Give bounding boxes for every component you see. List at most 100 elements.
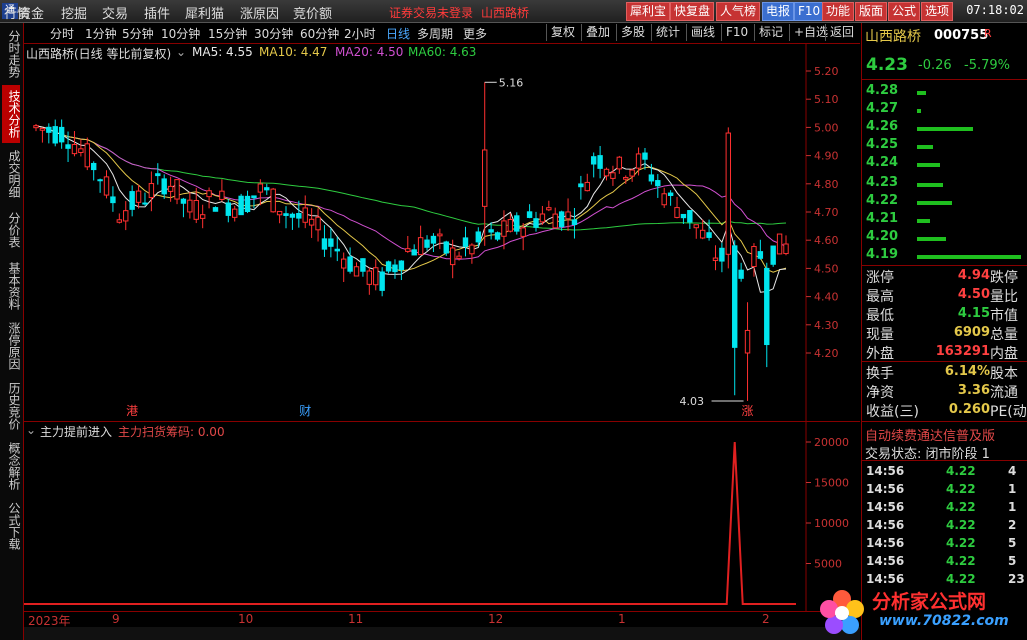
tab-price-table[interactable]: 分价表 xyxy=(2,205,21,255)
period-15min[interactable]: 15分钟 xyxy=(208,25,247,42)
tab-concept[interactable]: 概念解析 xyxy=(2,437,21,495)
period-daily[interactable]: 日线 xyxy=(386,25,410,42)
tab-basic-info[interactable]: 基本资料 xyxy=(2,257,21,315)
candle-body xyxy=(693,224,699,229)
buy-level-price[interactable]: 4.22 xyxy=(866,193,898,208)
candle-body xyxy=(699,229,706,239)
candle-body xyxy=(110,196,116,204)
candle-body xyxy=(360,258,366,272)
stat-value: 4.15 xyxy=(957,306,990,321)
clock: 07:18:02 xyxy=(966,3,1024,17)
f10-top-button[interactable]: F10 xyxy=(794,2,825,21)
layout-button[interactable]: 版面 xyxy=(855,2,888,21)
sell-level-price[interactable]: 4.28 xyxy=(866,83,898,98)
price-axis-label: 4.60 xyxy=(814,234,839,247)
date-label: 9 xyxy=(112,612,120,626)
menu-item-plugins[interactable]: 插件 xyxy=(144,3,170,22)
candle-body xyxy=(648,174,655,182)
candle-body xyxy=(206,190,212,198)
mark-button[interactable]: 标记 xyxy=(754,24,787,41)
buy-level-price[interactable]: 4.19 xyxy=(866,247,898,262)
overlay-button[interactable]: 叠加 xyxy=(581,24,614,41)
buy-level-price[interactable]: 4.21 xyxy=(866,211,898,226)
adjust-button[interactable]: 复权 xyxy=(546,24,579,41)
xilibao-button[interactable]: 犀利宝 xyxy=(626,2,671,21)
divider xyxy=(862,265,1027,266)
tick-price: 4.22 xyxy=(946,500,976,514)
candle-body xyxy=(257,183,264,193)
stat-label: 换手 xyxy=(866,366,894,382)
indicator-chevron-icon[interactable]: ⌄ xyxy=(26,423,36,437)
stats-button[interactable]: 统计 xyxy=(651,24,684,41)
stat-label: 内盘 xyxy=(990,346,1018,362)
draw-line-button[interactable]: 画线 xyxy=(686,24,719,41)
tab-intraday[interactable]: 分时走势 xyxy=(2,25,21,83)
menu-item-trade[interactable]: 交易 xyxy=(102,3,128,22)
f10-button[interactable]: F10 xyxy=(721,24,752,41)
candle-body xyxy=(725,132,732,255)
tab-history-auction[interactable]: 历史竞价 xyxy=(2,377,21,435)
candle-body xyxy=(398,260,405,271)
sell-level-price[interactable]: 4.24 xyxy=(866,155,898,170)
buy-level-volume-bar xyxy=(917,183,943,187)
candle-body xyxy=(251,195,257,199)
sell-level-price[interactable]: 4.26 xyxy=(866,119,898,134)
divider xyxy=(862,361,1027,362)
period-60min[interactable]: 60分钟 xyxy=(300,25,339,42)
menu-item-limit-reason[interactable]: 涨原因 xyxy=(240,3,279,22)
sell-level-volume-bar xyxy=(917,163,941,167)
telegraph-button[interactable]: 电报 xyxy=(762,2,795,21)
candle-body xyxy=(308,218,315,226)
sell-level-price[interactable]: 4.27 xyxy=(866,101,898,116)
sell-level-price[interactable]: 4.25 xyxy=(866,137,898,152)
candle-body xyxy=(706,232,712,238)
menu-item-funds[interactable]: 资金 xyxy=(18,3,44,22)
chart-info-bar: 山西路桥(日线 等比前复权) ⌄ MA5: 4.55 MA10: 4.47 MA… xyxy=(26,45,546,61)
period-5min[interactable]: 5分钟 xyxy=(122,25,154,42)
options-button[interactable]: 选项 xyxy=(921,2,954,21)
tab-technical-analysis[interactable]: 技术分析 xyxy=(2,85,21,143)
period-2hour[interactable]: 2小时 xyxy=(344,25,376,42)
candle-body xyxy=(411,249,417,256)
candle-body xyxy=(347,256,353,272)
function-button[interactable]: 功能 xyxy=(822,2,855,21)
candle-body xyxy=(764,267,770,346)
quote-panel: 山西路桥 000755 R 4.23 -0.26 -5.79% 4.28 4.27… xyxy=(861,23,1027,640)
ma60-label: MA60: 4.63 xyxy=(408,45,477,59)
period-10min[interactable]: 10分钟 xyxy=(161,25,200,42)
event-marker: 财 xyxy=(299,404,311,418)
candle-body xyxy=(449,247,456,266)
candle-body xyxy=(437,233,443,237)
period-intraday[interactable]: 分时 xyxy=(50,25,74,42)
event-marker: 涨 xyxy=(742,403,754,418)
price-change-pct: -5.79% xyxy=(964,58,1010,73)
period-more[interactable]: 更多 xyxy=(463,25,487,42)
menu-item-mining[interactable]: 挖掘 xyxy=(61,3,87,22)
buy-level-price[interactable]: 4.20 xyxy=(866,229,898,244)
stat-value: 6909 xyxy=(953,325,990,340)
period-1min[interactable]: 1分钟 xyxy=(85,25,117,42)
candlestick-chart[interactable]: 5.20 5.10 5.00 4.90 4.80 4.70 4.60 4.50 4.40 4.30… xyxy=(24,43,860,421)
candle-body xyxy=(475,231,482,243)
tab-limit-reason[interactable]: 涨停原因 xyxy=(2,317,21,375)
chevron-down-icon[interactable]: ⌄ xyxy=(176,45,186,59)
price-axis-label: 5.20 xyxy=(814,65,839,78)
period-multi[interactable]: 多周期 xyxy=(417,25,453,42)
back-button[interactable]: 返回 xyxy=(825,24,858,41)
menu-stock-name: 山西路桥 xyxy=(481,6,530,20)
multi-stock-button[interactable]: 多股 xyxy=(616,24,649,41)
indicator-chart[interactable]: 20000 15000 10000 5000 xyxy=(24,421,860,612)
tab-trade-details[interactable]: 成交明细 xyxy=(2,145,21,203)
popularity-button[interactable]: 人气榜 xyxy=(716,2,761,21)
menu-item-xilimao[interactable]: 犀利猫 xyxy=(185,3,224,22)
buy-level-price[interactable]: 4.23 xyxy=(866,175,898,190)
login-warning[interactable]: 证券交易未登录 xyxy=(389,4,473,21)
period-30min[interactable]: 30分钟 xyxy=(254,25,293,42)
candle-body xyxy=(315,216,321,231)
menu-item-auction[interactable]: 竞价额 xyxy=(293,3,332,22)
quick-review-button[interactable]: 快复盘 xyxy=(670,2,715,21)
tab-formula-download[interactable]: 公式下载 xyxy=(2,497,21,555)
formula-button[interactable]: 公式 xyxy=(888,2,921,21)
period-toolbar: 分时 1分钟 5分钟 10分钟 15分钟 30分钟 60分钟 2小时 日线 多周… xyxy=(24,23,860,44)
scroll-notice[interactable]: 自动续费通达信普及版 xyxy=(865,425,995,444)
